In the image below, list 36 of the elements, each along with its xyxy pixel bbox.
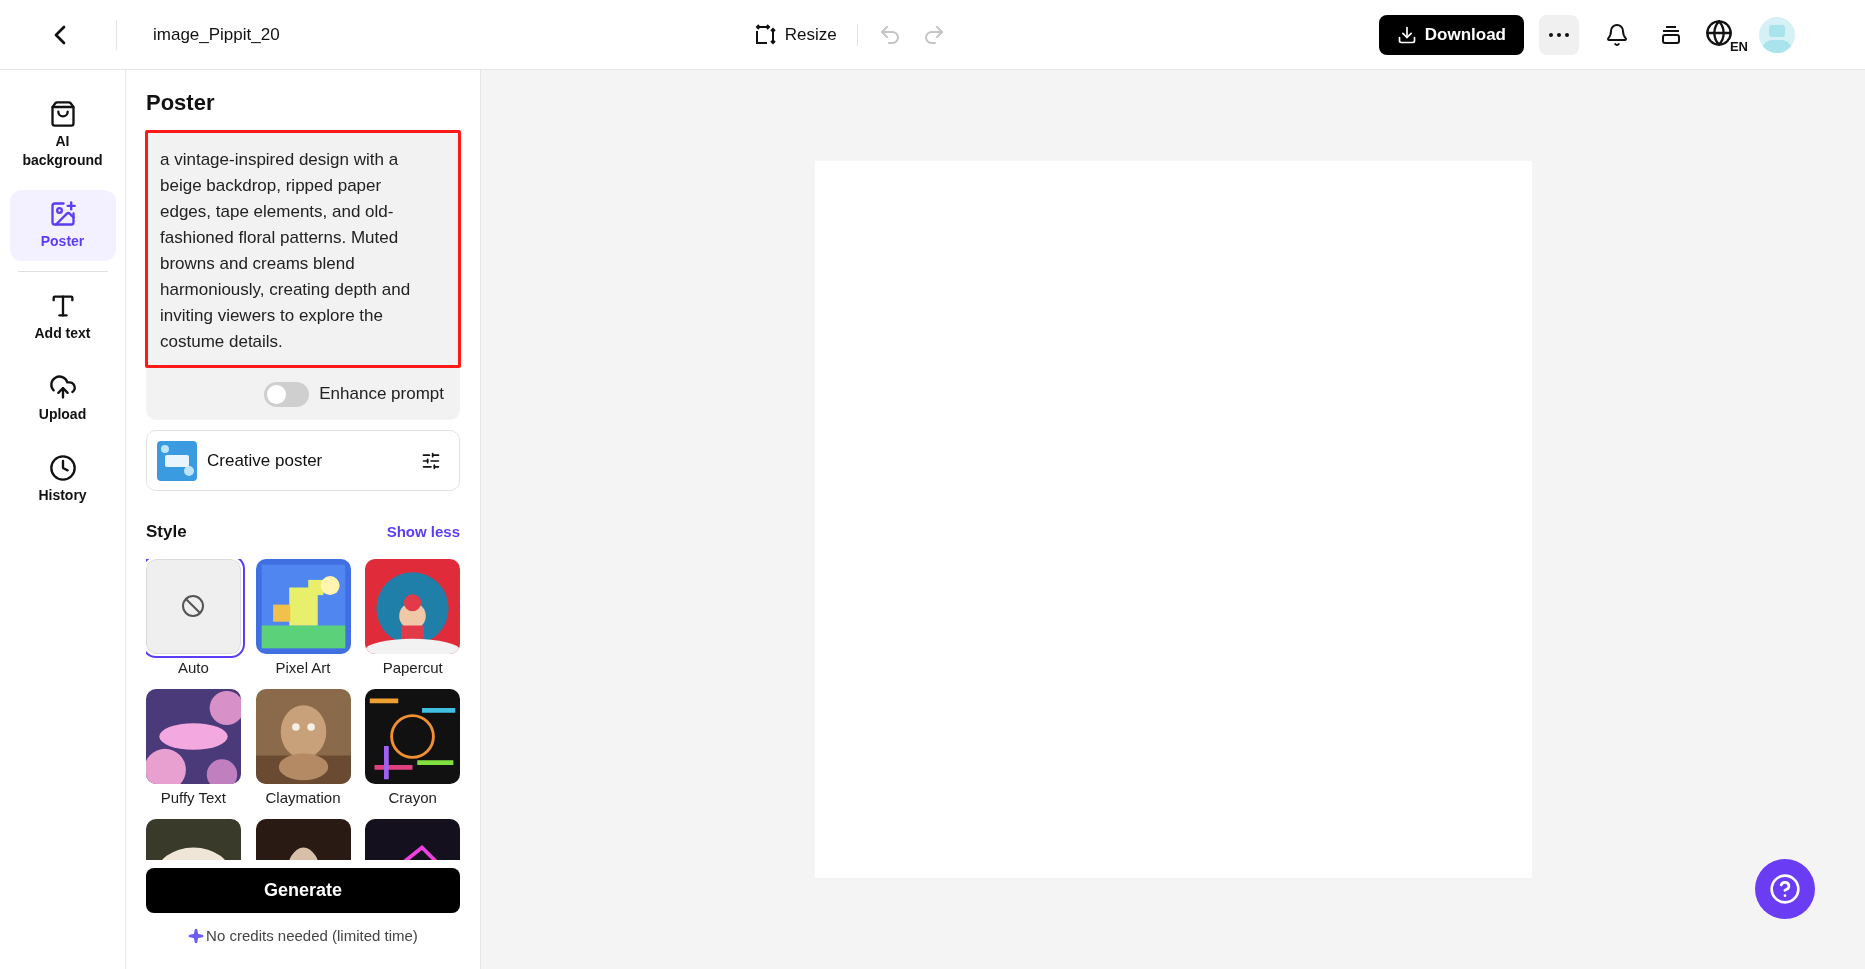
sidebar-item[interactable]: History <box>9 444 116 515</box>
sidebar-item[interactable]: Upload <box>9 363 116 434</box>
style-option[interactable]: Pixel Art <box>255 558 351 677</box>
help-icon <box>1769 873 1801 905</box>
resize-button[interactable]: Resize <box>752 21 837 48</box>
document-title[interactable]: image_Pippit_20 <box>153 21 280 48</box>
enhance-prompt-switch[interactable] <box>264 381 310 407</box>
clock-icon <box>48 454 77 482</box>
help-button[interactable] <box>1755 859 1815 919</box>
style-option[interactable]: Papercut <box>365 558 460 677</box>
settings-icon <box>421 450 441 471</box>
sidebar-item[interactable]: Poster <box>9 190 116 261</box>
panel-title: Poster <box>146 90 216 116</box>
sidebar-item[interactable]: AI background <box>9 90 116 180</box>
download-button[interactable]: Download <box>1378 14 1524 55</box>
more-button[interactable] <box>1539 14 1579 55</box>
generate-button[interactable]: Generate <box>146 867 460 913</box>
download-icon <box>1396 24 1417 45</box>
more-icon <box>1549 32 1569 37</box>
style-option[interactable]: Crayon <box>365 688 460 807</box>
enhance-prompt-label: Enhance prompt <box>319 383 444 406</box>
show-less-link[interactable]: Show less <box>386 520 460 543</box>
credits-note: No credits needed (limited time) <box>206 925 418 946</box>
bell-icon <box>1605 22 1629 47</box>
language-button[interactable]: EN <box>1705 14 1745 55</box>
bag-icon <box>48 100 77 128</box>
no-style-icon <box>181 594 206 618</box>
sidebar-item[interactable]: Add text <box>9 282 116 353</box>
sparkle-icon <box>188 927 205 944</box>
image-plus-icon <box>48 200 77 228</box>
style-option[interactable]: Puffy Text <box>146 688 241 807</box>
template-selector[interactable]: Creative poster <box>146 430 460 491</box>
section-title: Style <box>146 521 187 543</box>
globe-icon <box>1705 18 1733 47</box>
style-option[interactable]: Claymation <box>255 688 351 807</box>
upload-icon <box>48 373 77 401</box>
